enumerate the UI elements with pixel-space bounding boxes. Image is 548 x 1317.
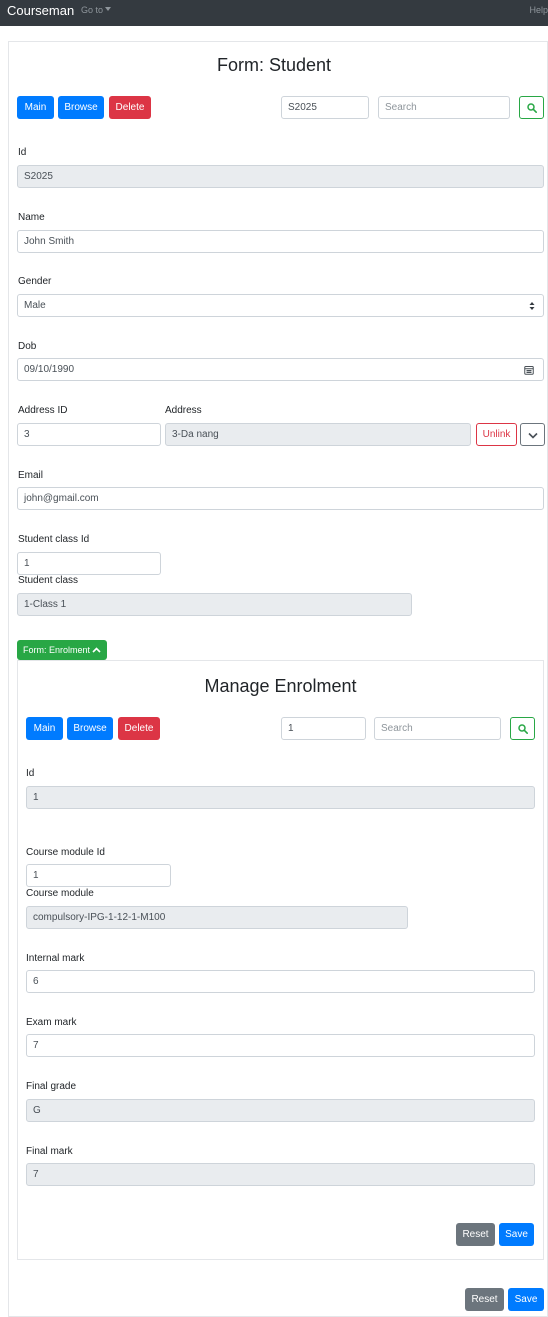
enrolment-save-button[interactable]: Save: [499, 1223, 534, 1246]
id-field: S2025: [17, 165, 544, 188]
search-input[interactable]: Search: [378, 96, 510, 119]
student-class-id-label: Student class Id: [18, 534, 90, 545]
enrolment-browse-button[interactable]: Browse: [67, 717, 113, 740]
email-label: Email: [18, 470, 44, 481]
chevron-up-icon: [92, 647, 101, 653]
calendar-icon[interactable]: [524, 365, 534, 375]
enrolment-main-button[interactable]: Main: [26, 717, 63, 740]
name-label: Name: [18, 212, 45, 223]
enrolment-id-lookup-input[interactable]: 1: [281, 717, 366, 740]
chevron-down-icon: [528, 432, 538, 439]
enrolment-delete-button[interactable]: Delete: [118, 717, 160, 740]
name-field[interactable]: John Smith: [17, 230, 544, 253]
brand-link[interactable]: Courseman: [7, 3, 74, 18]
final-mark-field: 7: [26, 1163, 535, 1186]
save-button[interactable]: Save: [508, 1288, 544, 1311]
delete-button[interactable]: Delete: [109, 96, 151, 119]
id-label: Id: [18, 147, 27, 158]
enrolment-id-label: Id: [26, 768, 35, 779]
exam-mark-label: Exam mark: [26, 1017, 77, 1028]
enrolment-form-title: Manage Enrolment: [204, 676, 357, 696]
navbar: Courseman Go to Help: [0, 0, 548, 26]
student-class-label: Student class: [18, 575, 79, 586]
final-grade-label: Final grade: [26, 1081, 77, 1092]
address-id-label: Address ID: [18, 405, 68, 416]
final-grade-field: G: [26, 1099, 535, 1122]
gender-value: Male: [24, 300, 46, 311]
enrolment-reset-button[interactable]: Reset: [456, 1223, 495, 1246]
address-id-field[interactable]: 3: [17, 423, 161, 446]
student-class-field: 1-Class 1: [17, 593, 412, 616]
internal-mark-field[interactable]: 6: [26, 970, 535, 993]
gender-label: Gender: [18, 276, 52, 287]
email-field[interactable]: john@gmail.com: [17, 487, 544, 510]
select-arrows-icon: [529, 302, 535, 310]
search-icon: [527, 103, 537, 113]
address-dropdown-button[interactable]: [520, 423, 545, 446]
gender-select[interactable]: Male: [17, 294, 544, 317]
enrolment-search-input[interactable]: Search: [374, 717, 501, 740]
address-field: 3-Da nang: [165, 423, 471, 446]
internal-mark-label: Internal mark: [26, 953, 85, 964]
course-module-field: compulsory-IPG-1-12-1-M100: [26, 906, 408, 929]
enrolment-search-button[interactable]: [510, 717, 535, 740]
course-module-label: Course module: [26, 888, 94, 899]
goto-label: Go to: [81, 5, 104, 15]
dob-field[interactable]: 09/10/1990: [17, 358, 544, 381]
help-link[interactable]: Help: [529, 5, 548, 15]
goto-menu[interactable]: Go to: [81, 5, 112, 15]
search-button[interactable]: [519, 96, 544, 119]
exam-mark-field[interactable]: 7: [26, 1034, 535, 1057]
dob-value: 09/10/1990: [24, 364, 75, 375]
enrolment-id-field: 1: [26, 786, 535, 809]
enrolment-form-toggle[interactable]: Form: Enrolment: [17, 640, 108, 660]
course-module-id-field[interactable]: 1: [26, 864, 171, 887]
final-mark-label: Final mark: [26, 1146, 73, 1157]
browse-button[interactable]: Browse: [58, 96, 104, 119]
search-icon: [518, 724, 528, 734]
main-button[interactable]: Main: [17, 96, 54, 119]
enrolment-toggle-label: Form: Enrolment: [23, 645, 91, 655]
student-form-title: Form: Student: [216, 55, 332, 75]
id-lookup-input[interactable]: S2025: [281, 96, 369, 119]
caret-down-icon: [105, 7, 112, 11]
dob-label: Dob: [18, 341, 37, 352]
unlink-button[interactable]: Unlink: [476, 423, 517, 446]
address-label: Address: [165, 405, 202, 416]
student-class-id-field[interactable]: 1: [17, 552, 161, 575]
reset-button[interactable]: Reset: [465, 1288, 504, 1311]
course-module-id-label: Course module Id: [26, 847, 105, 858]
